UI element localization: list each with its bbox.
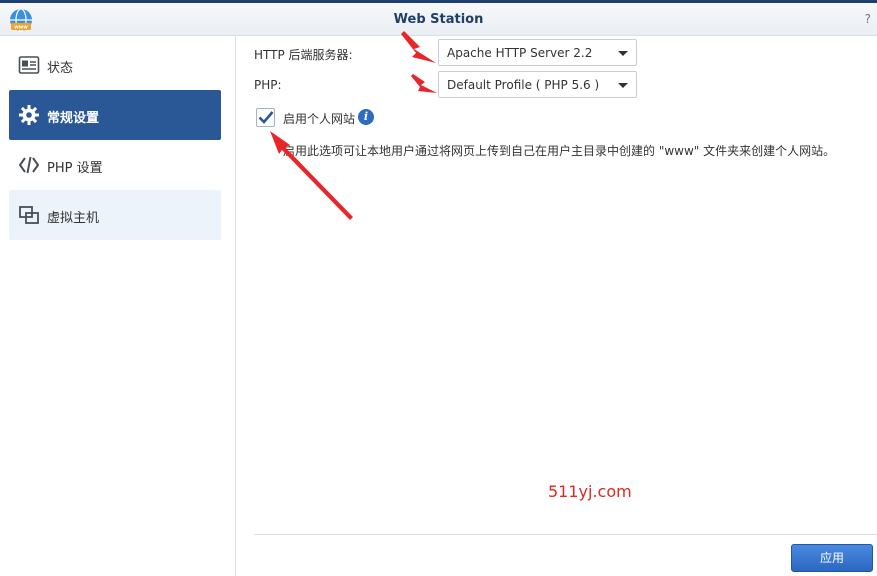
sidebar-item-label: 常规设置 [47, 111, 100, 126]
sidebar-item-label: 状态 [47, 61, 74, 76]
http-backend-select[interactable]: Apache HTTP Server 2.2 [438, 39, 637, 66]
php-label: PHP: [254, 78, 282, 92]
gear-icon [19, 105, 39, 125]
sidebar-item-php-settings[interactable]: PHP 设置 [9, 140, 221, 190]
checkmark-icon [258, 111, 274, 124]
sidebar-item-label: PHP 设置 [47, 161, 103, 176]
status-card-icon [18, 56, 40, 74]
apply-button[interactable]: 应用 [791, 544, 873, 572]
http-backend-value: Apache HTTP Server 2.2 [447, 46, 593, 60]
window-title: Web Station [393, 12, 484, 27]
sidebar-item-general-settings[interactable]: 常规设置 [9, 90, 221, 140]
personal-website-label: 启用个人网站 [283, 112, 356, 126]
sidebar-item-virtual-host[interactable]: 虚拟主机 [9, 190, 221, 240]
http-backend-label: HTTP 后端服务器: [254, 48, 353, 62]
sidebar: 状态 常规设置 PHP 设置 虚拟主机 [0, 36, 236, 576]
chevron-down-icon [618, 83, 628, 88]
personal-website-checkbox[interactable] [256, 108, 275, 127]
virtual-host-icon [19, 206, 39, 224]
footer-divider [254, 534, 877, 535]
sidebar-item-label: 虚拟主机 [47, 211, 100, 226]
php-profile-value: Default Profile ( PHP 5.6 ) [447, 78, 600, 92]
code-icon [18, 156, 40, 174]
php-profile-select[interactable]: Default Profile ( PHP 5.6 ) [438, 71, 637, 98]
sidebar-item-status[interactable]: 状态 [9, 40, 221, 90]
settings-panel: HTTP 后端服务器: Apache HTTP Server 2.2 PHP: … [237, 36, 877, 576]
window-titlebar: www Web Station ? [0, 0, 877, 36]
info-icon[interactable]: i [358, 109, 374, 125]
personal-website-description: 启用此选项可让本地用户通过将网页上传到自己在用户主目录中创建的 "www" 文件… [283, 144, 836, 158]
help-icon[interactable]: ? [865, 12, 871, 26]
chevron-down-icon [618, 51, 628, 56]
watermark-text: 511yj.com [548, 482, 632, 501]
